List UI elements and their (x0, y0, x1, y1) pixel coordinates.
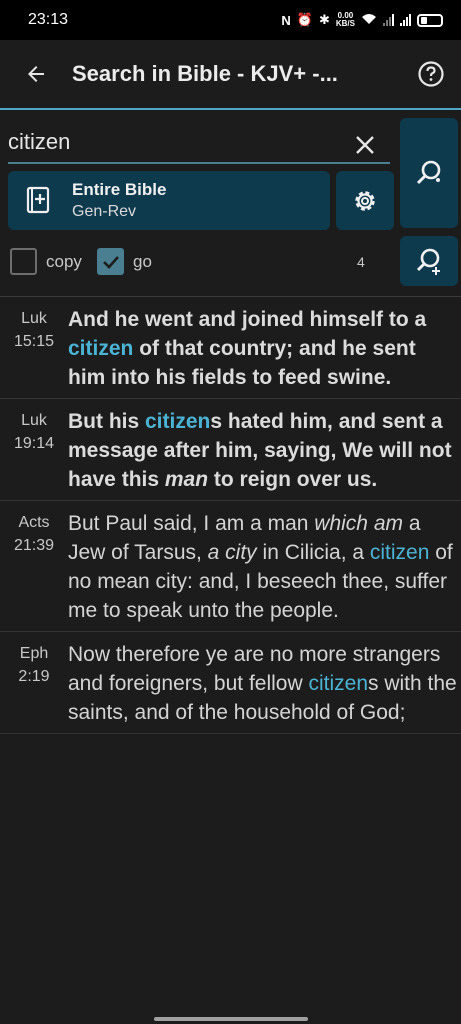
verse-segment: But Paul said, I am a man (68, 512, 315, 535)
back-button[interactable] (0, 39, 72, 109)
bluetooth-icon: ✱ (318, 12, 330, 27)
verse-reference: Eph 2:19 (0, 640, 68, 727)
close-icon (356, 136, 374, 154)
reference-book: Eph (19, 645, 49, 662)
search-icon (416, 160, 441, 185)
battery-icon (417, 13, 443, 27)
page-title: Search in Bible - KJV+ -... (72, 61, 338, 86)
verse-segment: And he went and joined himself to a (68, 308, 427, 331)
verse-text: Now therefore ye are no more strangers a… (68, 640, 461, 727)
verse-segment: in Cilicia, a (256, 541, 370, 564)
reference-chapter-verse: 19:14 (13, 435, 55, 452)
search-match: citizen (68, 337, 134, 360)
signal-icon-2 (400, 14, 411, 26)
reference-chapter-verse: 15:15 (13, 333, 55, 350)
navigation-handle[interactable] (154, 1017, 308, 1021)
result-count: 4 (357, 254, 365, 270)
search-refine-icon (416, 248, 440, 275)
search-button[interactable] (400, 118, 458, 228)
status-time: 23:13 (28, 11, 69, 28)
options-row: copy go 4 (0, 236, 461, 288)
verse-segment: which am (314, 512, 403, 535)
search-match: citizen (369, 541, 430, 564)
gear-icon (355, 190, 375, 211)
scope-button[interactable]: Entire Bible Gen-Rev (8, 171, 330, 230)
refine-search-button[interactable] (400, 236, 458, 286)
verse-text: But his citizens hated him, and sent a m… (68, 407, 461, 494)
reference-book: Acts (18, 514, 50, 531)
search-settings-button[interactable] (336, 171, 394, 230)
go-checkbox[interactable] (97, 248, 124, 275)
book-add-icon (26, 186, 50, 213)
search-match: citizen (308, 672, 369, 695)
reference-book: Luk (21, 310, 47, 327)
reference-chapter-verse: 2:19 (18, 668, 50, 685)
search-match: citizen (145, 410, 211, 433)
app-bar: Search in Bible - KJV+ -... (0, 40, 461, 110)
reference-chapter-verse: 21:39 (13, 537, 55, 554)
verse-segment: to reign over us. (208, 468, 378, 491)
question-circle-icon (418, 61, 444, 87)
verse-text: And he went and joined himself to a citi… (68, 305, 461, 392)
checkmark-icon (102, 255, 119, 269)
reference-book: Luk (21, 412, 47, 429)
clear-search-button[interactable] (348, 128, 382, 162)
netspeed-unit: KB/S (335, 19, 355, 28)
copy-label: copy (46, 252, 82, 271)
verse-reference: Acts 21:39 (0, 509, 68, 625)
result-item[interactable]: Eph 2:19 Now therefore ye are no more stra… (0, 632, 461, 734)
verse-reference: Luk 15:15 (0, 305, 68, 392)
result-item[interactable]: Acts 21:39 But Paul said, I am a man which… (0, 501, 461, 632)
alarm-icon: ⏰ (296, 12, 313, 27)
scope-text: Entire Bible Gen-Rev (72, 180, 166, 221)
nfc-icon: N (281, 12, 291, 28)
go-label: go (133, 252, 152, 271)
verse-segment: man (164, 468, 209, 491)
netspeed-indicator: 0.00 KB/S (336, 12, 355, 28)
verse-segment: a city (207, 541, 257, 564)
result-item[interactable]: Luk 19:14 But his citizens hated him, and … (0, 399, 461, 501)
results-list: Luk 15:15 And he went and joined himself t… (0, 296, 461, 734)
status-bar: 23:13 N ⏰ ✱ 0.00 KB/S (0, 0, 461, 40)
result-item[interactable]: Luk 15:15 And he went and joined himself t… (0, 297, 461, 399)
verse-segment: But his (68, 410, 145, 433)
verse-reference: Luk 19:14 (0, 407, 68, 494)
status-icons: N ⏰ ✱ 0.00 KB/S (281, 12, 443, 28)
scope-title: Entire Bible (72, 180, 167, 199)
help-button[interactable] (401, 39, 461, 109)
search-input[interactable] (8, 122, 390, 164)
wifi-icon (361, 13, 377, 28)
arrow-left-icon (28, 66, 44, 82)
verse-text: But Paul said, I am a man which am a Jew… (68, 509, 461, 625)
scope-range: Gen-Rev (72, 203, 137, 220)
signal-icon (383, 14, 394, 26)
copy-checkbox[interactable] (10, 248, 37, 275)
